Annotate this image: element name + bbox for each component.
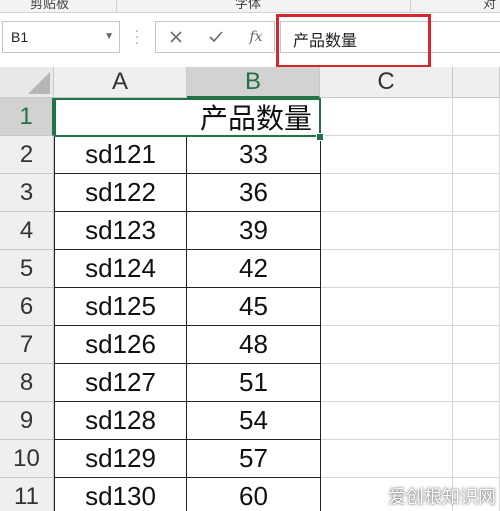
row-header-2[interactable]: 2 <box>0 136 54 174</box>
column-header-b[interactable]: B <box>187 67 320 98</box>
cell[interactable] <box>321 212 453 250</box>
column-header-c[interactable]: C <box>320 67 453 98</box>
worksheet-grid: A B C 1 2 3 4 5 6 7 8 9 10 11 产品数量 sd121… <box>0 67 500 511</box>
cell-qty[interactable]: 48 <box>187 326 321 364</box>
ribbon-group-alignment[interactable]: 对 <box>483 0 496 12</box>
check-icon <box>209 31 223 43</box>
fx-icon: fx <box>249 29 263 45</box>
cell[interactable] <box>321 440 453 478</box>
cell-qty[interactable]: 45 <box>187 288 321 326</box>
ribbon-divider <box>116 0 117 12</box>
cell-qty[interactable]: 54 <box>187 402 321 440</box>
row-header-4[interactable]: 4 <box>0 212 54 250</box>
spreadsheet-app: 剪贴板 字体 对 B1 ▼ · · · fx 产品数量 A B C 1 2 3 … <box>0 0 500 511</box>
cell[interactable] <box>453 288 500 326</box>
row-header-5[interactable]: 5 <box>0 250 54 288</box>
ribbon-group-clipboard[interactable]: 剪贴板 <box>30 0 69 12</box>
cell[interactable] <box>321 250 453 288</box>
select-all-triangle-icon <box>28 72 50 94</box>
cell[interactable] <box>453 250 500 288</box>
cell[interactable] <box>453 212 500 250</box>
cell-qty[interactable]: 51 <box>187 364 321 402</box>
column-header-a[interactable]: A <box>54 67 187 98</box>
cell-qty[interactable]: 57 <box>187 440 321 478</box>
cell-qty[interactable]: 39 <box>187 212 321 250</box>
cell[interactable] <box>321 174 453 212</box>
more-dots-icon: · · · <box>134 22 140 50</box>
cell-qty[interactable]: 42 <box>187 250 321 288</box>
cell[interactable] <box>453 402 500 440</box>
cell[interactable] <box>321 402 453 440</box>
row-header-6[interactable]: 6 <box>0 288 54 326</box>
close-icon <box>170 31 182 43</box>
cell[interactable] <box>321 288 453 326</box>
row-header-8[interactable]: 8 <box>0 364 54 402</box>
cell-name[interactable]: sd126 <box>54 326 187 364</box>
row-header-1[interactable]: 1 <box>0 98 54 136</box>
cell-qty[interactable]: 36 <box>187 174 321 212</box>
insert-function-button[interactable]: fx <box>238 22 274 52</box>
cell-name[interactable]: sd125 <box>54 288 187 326</box>
cell[interactable] <box>453 440 500 478</box>
chevron-down-icon[interactable]: ▼ <box>104 31 114 42</box>
row-header-11[interactable]: 11 <box>0 478 54 511</box>
formula-bar: B1 ▼ · · · fx 产品数量 <box>0 13 500 63</box>
fill-handle[interactable] <box>316 133 324 141</box>
cell-qty[interactable]: 33 <box>187 136 321 174</box>
cell-name[interactable]: sd128 <box>54 402 187 440</box>
row-header-3[interactable]: 3 <box>0 174 54 212</box>
cell-name[interactable]: sd124 <box>54 250 187 288</box>
cancel-button[interactable] <box>158 22 194 52</box>
cell[interactable] <box>453 136 500 174</box>
cell-name[interactable]: sd121 <box>54 136 187 174</box>
select-all-corner[interactable] <box>0 67 54 98</box>
cell-qty[interactable]: 60 <box>187 478 321 511</box>
enter-button[interactable] <box>198 22 234 52</box>
formula-input[interactable]: 产品数量 <box>280 21 500 53</box>
row-header-7[interactable]: 7 <box>0 326 54 364</box>
cell[interactable] <box>453 98 500 136</box>
name-box-value: B1 <box>11 29 29 45</box>
column-header-d[interactable] <box>453 67 500 98</box>
cell[interactable] <box>321 364 453 402</box>
cell[interactable] <box>453 364 500 402</box>
cell-name[interactable]: sd127 <box>54 364 187 402</box>
cell-name[interactable]: sd122 <box>54 174 187 212</box>
watermark-text: 爱创根知识网 <box>388 487 496 508</box>
cell[interactable] <box>321 326 453 364</box>
ribbon-group-font[interactable]: 字体 <box>235 0 261 12</box>
cell[interactable] <box>453 326 500 364</box>
cell[interactable] <box>453 174 500 212</box>
cell-name[interactable]: sd130 <box>54 478 187 511</box>
formula-buttons: fx <box>155 21 275 53</box>
row-header-9[interactable]: 9 <box>0 402 54 440</box>
cell-b1-title[interactable]: 产品数量 <box>54 98 321 137</box>
cell[interactable] <box>321 136 453 174</box>
cell-name[interactable]: sd123 <box>54 212 187 250</box>
row-header-10[interactable]: 10 <box>0 440 54 478</box>
cell[interactable] <box>321 98 453 136</box>
name-box[interactable]: B1 ▼ <box>2 21 120 53</box>
ribbon-divider <box>410 0 411 12</box>
ribbon-strip: 剪贴板 字体 对 <box>0 0 500 13</box>
cell-name[interactable]: sd129 <box>54 440 187 478</box>
formula-input-value: 产品数量 <box>293 31 358 50</box>
